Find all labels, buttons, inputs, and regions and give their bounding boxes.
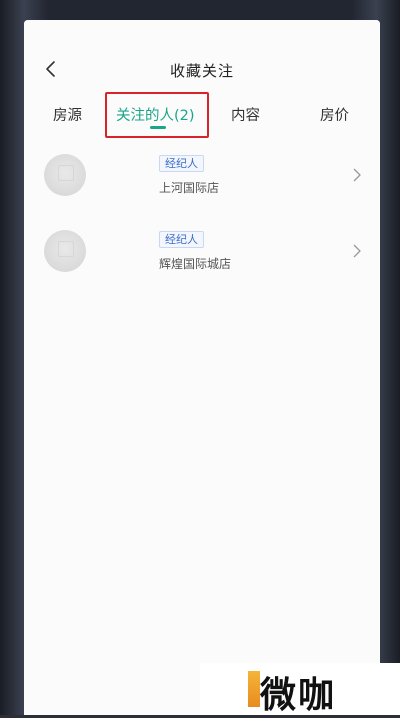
role-badge: 经纪人	[159, 231, 204, 248]
page-title: 收藏关注	[169, 62, 234, 80]
status-area	[24, 20, 380, 40]
tab-content[interactable]: 内容	[231, 104, 260, 125]
avatar	[44, 230, 86, 272]
tab-listings[interactable]: 房源	[53, 104, 82, 125]
store-name: 上河国际店	[159, 181, 220, 195]
avatar	[44, 154, 86, 196]
chevron-right-icon	[353, 244, 361, 258]
chevron-right-icon	[353, 168, 361, 182]
watermark: 微咖	[200, 663, 400, 716]
annotation-highlight-box	[105, 92, 209, 138]
navigation-bar: 收藏关注	[24, 50, 380, 90]
watermark-logo-mark	[248, 671, 260, 707]
store-name: 辉煌国际城店	[159, 257, 232, 271]
watermark-text: 微咖	[260, 675, 337, 716]
role-badge: 经纪人	[159, 155, 204, 172]
tab-prices[interactable]: 房价	[320, 104, 349, 125]
list-item-agent[interactable]: 经纪人 辉煌国际城店	[24, 220, 380, 280]
list-item-agent[interactable]: 经纪人 上河国际店	[24, 144, 380, 204]
